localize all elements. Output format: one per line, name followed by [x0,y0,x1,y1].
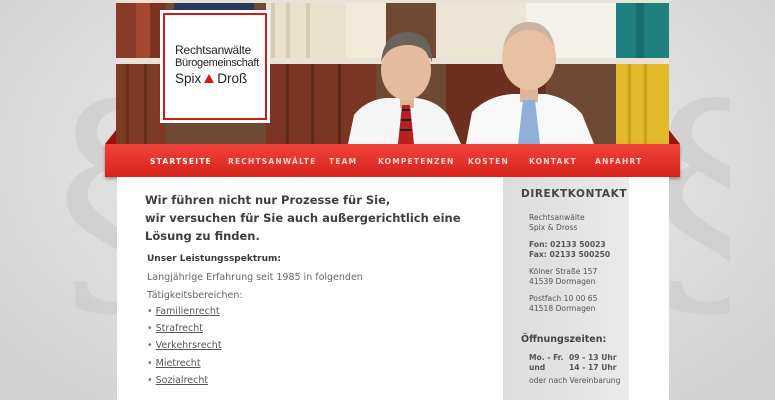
hours-row: Mo. - Fr. 09 - 13 Uhr [529,353,617,362]
list-item: • Familienrecht [147,306,220,317]
hours-note: oder nach Vereinbarung [529,376,621,385]
city-address: 41539 Dormagen [529,277,596,286]
headline-line-1: Wir führen nicht nur Prozesse für Sie, [145,193,391,207]
contact-sidebar: DIREKTKONTAKT Rechtsanwälte Spix & Dross… [503,177,629,400]
description-line-1: Langjährige Erfahrung seit 1985 in folge… [147,272,363,283]
logo-name-right: Droß [217,71,248,86]
link-strafrecht[interactable]: Strafrecht [156,323,203,334]
opening-hours-title: Öffnungszeiten: [521,334,607,345]
nav-item-kosten[interactable]: KOSTEN [468,157,509,166]
list-item: • Sozialrecht [147,374,209,386]
logo-line-2: Bürogemeinschaft [175,57,259,69]
triangle-icon [204,74,215,83]
po-box-city: 41518 Dormagen [529,304,596,313]
phone-number[interactable]: Fon: 02133 50023 [529,240,606,250]
nav-item-kontakt[interactable]: KONTAKT [529,157,577,166]
nav-item-anfahrt[interactable]: ANFAHRT [595,157,642,166]
logo[interactable]: Rechtsanwälte Bürogemeinschaft Spix Droß [160,10,270,123]
list-item: • Mietrecht [147,357,201,369]
nav-fold-right [669,130,680,144]
headline-line-3: Lösung zu finden. [145,229,260,243]
hours-row: und 14 - 17 Uhr [529,363,617,372]
headline-line-2: wir versuchen für Sie auch außergerichtl… [145,211,461,225]
services-description: Langjährige Erfahrung seit 1985 in folge… [147,269,363,305]
opening-hours: Mo. - Fr. 09 - 13 Uhr und 14 - 17 Uhr [529,353,617,373]
link-mietrecht[interactable]: Mietrecht [156,358,201,369]
main-navigation: STARTSEITE RECHTSANWÄLTE TEAM KOMPETENZE… [105,144,680,177]
nav-item-kompetenzen[interactable]: KOMPETENZEN [378,157,455,166]
nav-item-startseite[interactable]: STARTSEITE [150,157,212,166]
list-item: • Strafrecht [147,323,203,335]
services-heading: Unser Leistungsspektrum: [147,254,281,264]
logo-firm-name: Spix Droß [175,71,247,86]
page-headline: Wir führen nicht nur Prozesse für Sie, w… [145,191,495,245]
list-item: • Verkehrsrecht [147,340,222,352]
nav-item-rechtsanwaelte[interactable]: RECHTSANWÄLTE [228,157,316,166]
firm-name-line-2: Spix & Dross [529,223,578,232]
link-sozialrecht[interactable]: Sozialrecht [156,375,208,386]
po-box: Postfach 10 00 65 [529,294,598,303]
link-verkehrsrecht[interactable]: Verkehrsrecht [156,340,222,351]
street-address: Kölner Straße 157 [529,267,598,276]
right-panel [629,177,669,400]
logo-name-left: Spix [175,71,202,86]
nav-fold-left [105,130,116,144]
sidebar-title: DIREKTKONTAKT [521,188,628,200]
fax-number: Fax: 02133 500250 [529,250,611,259]
logo-line-1: Rechtsanwälte [175,43,252,57]
firm-name-line-1: Rechtsanwälte [529,213,585,222]
nav-item-team[interactable]: TEAM [329,157,357,166]
main-content: Wir führen nicht nur Prozesse für Sie, w… [117,177,503,400]
link-familienrecht[interactable]: Familienrecht [156,306,220,317]
practice-area-list: • Familienrecht • Strafrecht • Verkehrsr… [147,303,222,389]
